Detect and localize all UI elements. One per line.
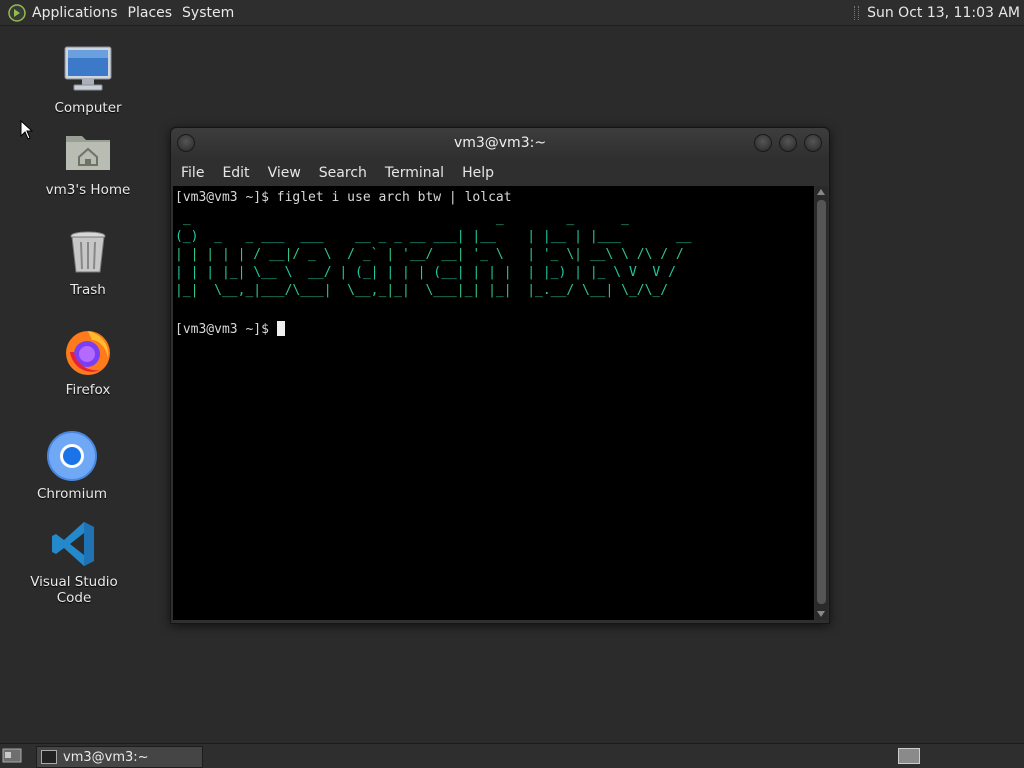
figlet-line: | | | | | / __|/ _ \ / _` | '__/ __| '_ …: [175, 247, 684, 262]
desktop-icon-label: Firefox: [65, 382, 111, 398]
window-title: vm3@vm3:~: [453, 135, 547, 151]
chromium-icon: [46, 430, 98, 482]
menu-help[interactable]: Help: [462, 165, 494, 181]
menu-search[interactable]: Search: [319, 165, 367, 181]
computer-icon: [62, 44, 114, 96]
clock[interactable]: Sun Oct 13, 11:03 AM: [867, 5, 1020, 21]
window-titlebar[interactable]: vm3@vm3:~: [171, 128, 829, 159]
text-cursor: [276, 321, 285, 336]
terminal-menubar: File Edit View Search Terminal Help: [171, 159, 829, 186]
scroll-up-icon[interactable]: [817, 189, 825, 195]
menu-view[interactable]: View: [268, 165, 301, 181]
mouse-pointer-icon: [20, 120, 34, 140]
figlet-line: |_| \__,_|___/\___| \__,_|_| \___|_| |_|…: [175, 283, 669, 298]
scrollbar-thumb[interactable]: [817, 200, 826, 604]
vscode-icon: [48, 518, 100, 570]
desktop-icon-label: Chromium: [36, 486, 108, 502]
distro-logo-icon[interactable]: [8, 3, 26, 22]
top-panel: Applications Places System Sun Oct 13, 1…: [0, 0, 1024, 26]
desktop-icon-home[interactable]: vm3's Home: [28, 126, 148, 198]
desktop-icon-computer[interactable]: Computer: [28, 44, 148, 116]
menu-terminal[interactable]: Terminal: [385, 165, 444, 181]
scroll-down-icon[interactable]: [817, 611, 825, 617]
menu-applications[interactable]: Applications: [32, 5, 126, 21]
desktop-icon-label: Visual Studio Code: [30, 574, 118, 606]
bottom-panel: vm3@vm3:~: [0, 743, 1024, 768]
desktop-icon-firefox[interactable]: Firefox: [28, 326, 148, 398]
workspace-switcher[interactable]: [898, 748, 920, 764]
show-desktop-icon[interactable]: [2, 747, 22, 764]
desktop-icon-trash[interactable]: Trash: [28, 226, 148, 298]
panel-separator: [854, 5, 860, 20]
menu-system[interactable]: System: [182, 5, 242, 21]
menu-edit[interactable]: Edit: [222, 165, 249, 181]
figlet-line: _ _ _ _: [175, 211, 629, 226]
desktop-icon-label: vm3's Home: [45, 182, 131, 198]
terminal-output[interactable]: [vm3@vm3 ~]$ figlet i use arch btw | lol…: [173, 186, 814, 620]
desktop-icon-label: Trash: [70, 282, 106, 298]
prompt: [vm3@vm3 ~]$: [175, 322, 277, 337]
figlet-line: (_) _ _ ___ ___ __ _ _ __ ___| |__ | |__…: [175, 229, 692, 244]
scrollbar[interactable]: [815, 186, 828, 620]
desktop-icon-label: Computer: [54, 100, 122, 116]
maximize-button[interactable]: [779, 134, 797, 152]
trash-icon: [62, 226, 114, 278]
prompt-line[interactable]: [vm3@vm3 ~]$: [173, 300, 814, 339]
taskbar-label: vm3@vm3:~: [63, 749, 149, 765]
minimize-button[interactable]: [754, 134, 772, 152]
terminal-icon: [41, 750, 57, 764]
close-button[interactable]: [804, 134, 822, 152]
menu-places[interactable]: Places: [128, 5, 181, 21]
figlet-line: | | | |_| \__ \ __/ | (_| | | | (__| | |…: [175, 265, 676, 280]
terminal-window[interactable]: vm3@vm3:~ File Edit View Search Terminal…: [170, 127, 830, 624]
desktop-icon-vscode[interactable]: Visual Studio Code: [14, 518, 134, 606]
menu-file[interactable]: File: [181, 165, 204, 181]
command-line: [vm3@vm3 ~]$ figlet i use arch btw | lol…: [175, 190, 512, 205]
figlet-output: _ _ _ _ (_) _ _ ___ ___ __ _ _ __ ___| |…: [173, 207, 814, 300]
firefox-icon: [62, 326, 114, 378]
taskbar-terminal-button[interactable]: vm3@vm3:~: [36, 746, 203, 768]
desktop-icon-chromium[interactable]: Chromium: [12, 430, 132, 502]
home-folder-icon: [62, 126, 114, 178]
